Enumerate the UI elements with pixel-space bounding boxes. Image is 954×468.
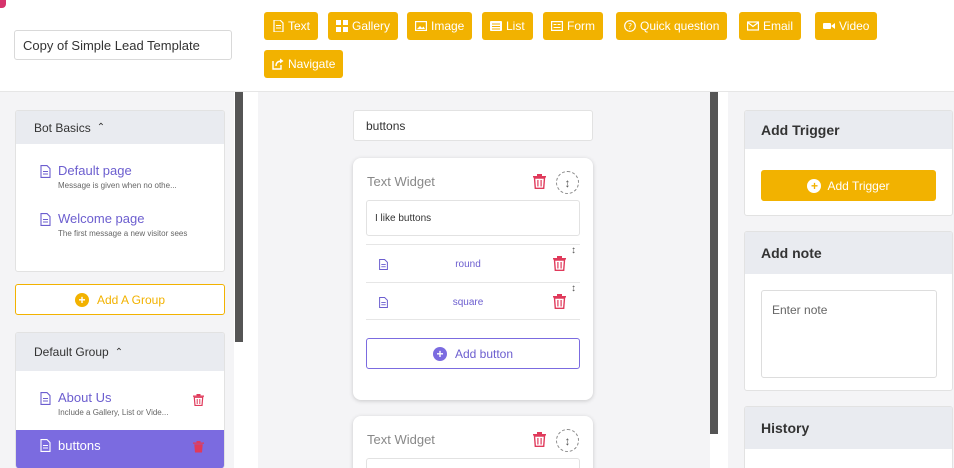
toolbar-form-button[interactable]: Form [543, 12, 603, 40]
widget-text-input[interactable]: I like buttons [366, 200, 580, 236]
add-group-button[interactable]: + Add A Group [15, 284, 225, 315]
bot-basics-header[interactable]: Bot Basics ⌃ [16, 111, 224, 144]
toolbar-label: Video [839, 19, 870, 33]
button-label: round [455, 259, 481, 270]
add-button-button[interactable]: + Add button [366, 338, 580, 369]
page-title: Default page [58, 163, 132, 178]
history-card: History [744, 406, 953, 468]
sidebar-item-welcome-page[interactable]: Welcome page The first message a new vis… [16, 211, 224, 259]
svg-text:?: ? [628, 22, 632, 31]
chevron-up-icon: ⌃ [114, 346, 124, 358]
button-label: square [452, 297, 484, 308]
group-title: Bot Basics [34, 120, 91, 135]
group-title: Default Group [34, 345, 109, 359]
drag-handle-icon[interactable]: ↕ [556, 171, 579, 194]
trash-icon[interactable] [553, 294, 566, 309]
toolbar-quick-question-button[interactable]: ? Quick question [616, 12, 728, 40]
widget-button-row-square[interactable]: square ↕ [366, 282, 580, 320]
email-icon [747, 21, 759, 31]
note-textarea[interactable] [761, 290, 937, 378]
page-icon [40, 392, 51, 405]
toolbar-navigate-button[interactable]: Navigate [264, 50, 344, 78]
toolbar-text-button[interactable]: Text [264, 12, 319, 40]
card-title: Add note [745, 232, 952, 274]
toolbar-label: List [506, 19, 525, 33]
page-subtitle: Message is given when no othe... [58, 181, 177, 190]
widget-title: Text Widget [367, 432, 435, 447]
plus-circle-icon: + [74, 292, 89, 307]
brand-accent [0, 0, 6, 8]
sidebar-item-default-page[interactable]: Default page Message is given when no ot… [16, 163, 224, 211]
image-icon [415, 21, 427, 32]
page-subtitle: Include a Gallery, List or Vide... [58, 408, 169, 417]
toolbar-label: Image [431, 19, 465, 33]
page-name-field[interactable]: buttons [353, 110, 593, 141]
text-icon [273, 20, 284, 32]
widget-text-value: I like buttons [375, 212, 432, 224]
list-icon [490, 21, 502, 31]
reorder-icon[interactable]: ↕ [571, 283, 576, 294]
default-group: Default Group ⌃ About Us Include a Galle… [15, 332, 225, 468]
page-icon [40, 213, 51, 226]
add-group-label: Add A Group [96, 292, 166, 307]
trash-icon[interactable] [553, 256, 566, 271]
bot-title-input[interactable] [14, 30, 232, 60]
question-icon: ? [624, 20, 636, 32]
sidebar-scrollbar[interactable] [235, 92, 243, 342]
add-trigger-button[interactable]: + Add Trigger [761, 170, 936, 201]
navigate-icon [272, 58, 284, 70]
video-icon [823, 23, 835, 29]
add-trigger-card: Add Trigger + Add Trigger [744, 110, 953, 216]
toolbar-label: Navigate [288, 57, 336, 71]
add-note-card: Add note [744, 231, 953, 391]
top-bar: Text Gallery Image List Form ? Quick que… [0, 0, 954, 92]
text-widget-card: Text Widget ↕ I like buttons round ↕ squ… [353, 158, 593, 400]
toolbar-label: Form [567, 19, 595, 33]
toolbar-label: Email [763, 19, 794, 33]
page-icon [40, 165, 51, 178]
toolbar-email-button[interactable]: Email [739, 12, 802, 40]
toolbar-list-button[interactable]: List [482, 12, 533, 40]
drag-handle-icon[interactable]: ↕ [556, 429, 579, 452]
reorder-icon[interactable]: ↕ [571, 245, 576, 256]
bot-basics-group: Bot Basics ⌃ Default page Message is giv… [15, 110, 225, 272]
toolbar-label: Text [288, 19, 311, 33]
gallery-icon [336, 20, 348, 32]
widget-text-input[interactable] [366, 458, 580, 468]
widget-title: Text Widget [367, 174, 435, 189]
page-name-value: buttons [366, 118, 406, 133]
sidebar-item-buttons[interactable]: buttons [16, 430, 224, 468]
card-title: History [745, 407, 952, 449]
default-group-header[interactable]: Default Group ⌃ [16, 333, 224, 371]
toolbar-label: Gallery [352, 19, 391, 33]
trash-icon[interactable] [533, 174, 546, 189]
widget-button-row-round[interactable]: round ↕ [366, 244, 580, 282]
toolbar-gallery-button[interactable]: Gallery [328, 12, 399, 40]
form-icon [551, 21, 563, 32]
chevron-up-icon: ⌃ [96, 122, 106, 133]
toolbar-video-button[interactable]: Video [815, 12, 878, 40]
add-trigger-label: Add Trigger [827, 178, 890, 193]
trash-icon[interactable] [533, 432, 546, 447]
text-widget-card: Text Widget ↕ [353, 416, 593, 468]
sidebar-item-about-us[interactable]: About Us Include a Gallery, List or Vide… [16, 390, 224, 430]
toolbar-image-button[interactable]: Image [407, 12, 473, 40]
toolbar-label: Quick question [640, 19, 720, 33]
card-title: Add Trigger [745, 111, 952, 149]
add-button-label: Add button [454, 346, 514, 361]
plus-circle-icon: + [432, 346, 447, 361]
page-subtitle: The first message a new visitor sees [58, 229, 188, 238]
trash-icon[interactable] [193, 394, 204, 406]
editor-scrollbar[interactable] [710, 92, 718, 434]
plus-circle-icon: + [807, 178, 822, 193]
trash-icon[interactable] [193, 441, 204, 453]
page-title: Welcome page [58, 211, 145, 226]
page-icon [40, 439, 51, 452]
